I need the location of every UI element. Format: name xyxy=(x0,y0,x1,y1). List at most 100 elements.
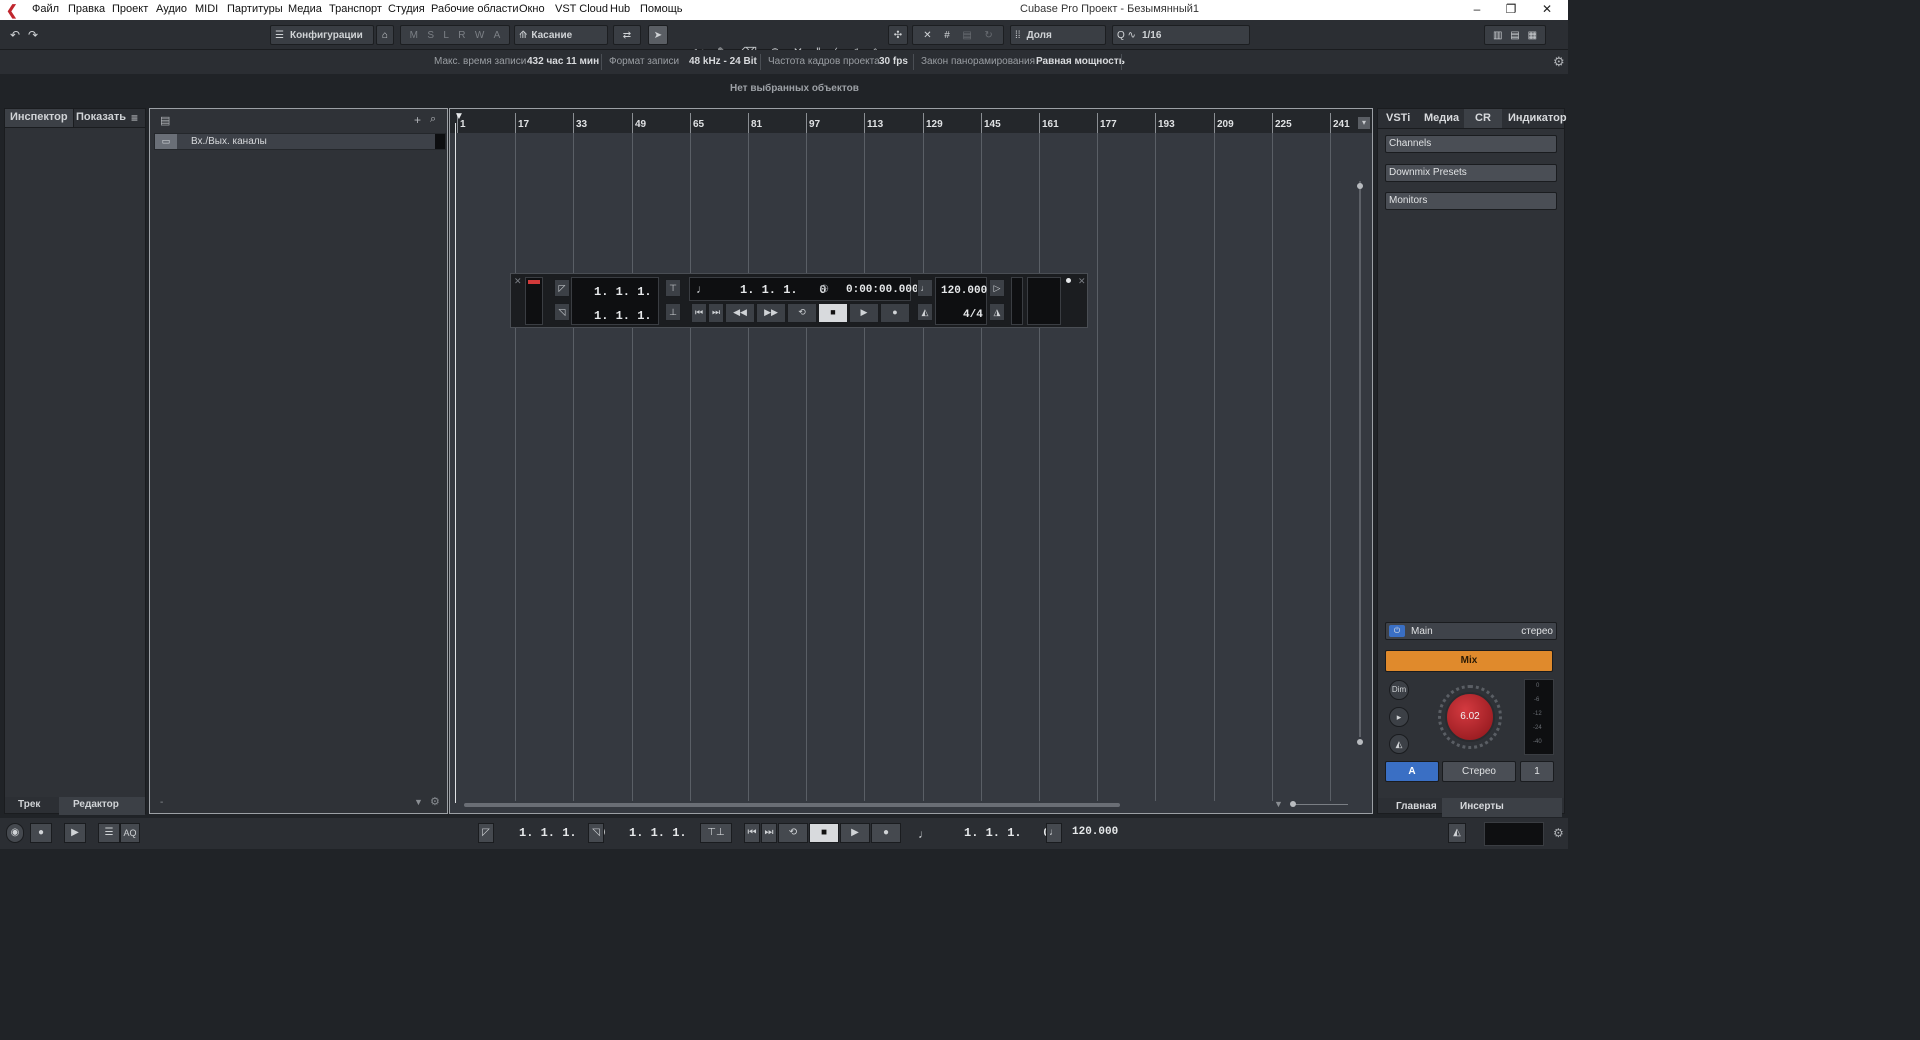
signature-value[interactable]: 4/4 xyxy=(963,309,983,321)
monitor-a-button[interactable]: A xyxy=(1385,761,1439,782)
folder-track[interactable]: ▭ Вх./Вых. каналы xyxy=(154,133,446,150)
stop-button[interactable]: ■ xyxy=(818,303,848,323)
settings-gear-icon[interactable]: ⚙ xyxy=(1553,54,1565,70)
close-button[interactable]: ✕ xyxy=(1532,2,1562,18)
auto-quantize-button[interactable]: AQ xyxy=(120,823,140,843)
max-rec-time-value[interactable]: 432 час 11 мин xyxy=(527,56,599,67)
tempo-track-button[interactable]: ♩ xyxy=(917,279,933,297)
listen-button[interactable]: L xyxy=(443,30,449,41)
left-zone-icon[interactable]: ▥ xyxy=(1493,30,1502,41)
record-button[interactable]: ● xyxy=(880,303,910,323)
go-to-start-button[interactable]: ⏮ xyxy=(691,303,707,323)
bottom-go-to-end-icon[interactable]: ⏭ xyxy=(761,823,777,843)
track-list-menu-icon[interactable]: ▤ xyxy=(160,114,170,127)
bottom-stop-icon[interactable]: ■ xyxy=(809,823,839,843)
main-output[interactable]: ⏻ Main стерео xyxy=(1385,622,1557,640)
left-locator-button[interactable]: ◸ xyxy=(554,279,570,297)
pan-law-value[interactable]: Равная мощность xyxy=(1036,56,1125,67)
bottom-zone-icon[interactable]: ▤ xyxy=(1510,30,1519,41)
quantize-dropdown[interactable]: Q ∿ 1/16 xyxy=(1112,25,1250,45)
ruler-options-icon[interactable]: ▾ xyxy=(1358,117,1370,129)
transport-close-icon-right[interactable]: ✕ xyxy=(1078,276,1086,287)
automation-mode-dropdown[interactable]: ⟰ Касание xyxy=(514,25,608,45)
vertical-zoom-handle[interactable] xyxy=(1357,183,1363,189)
bottom-settings-gear-icon[interactable]: ⚙ xyxy=(1553,826,1564,840)
add-track-icon[interactable]: + xyxy=(414,113,421,127)
clip-indicator[interactable] xyxy=(528,280,540,284)
menu-workspaces[interactable]: Рабочие области xyxy=(431,3,518,15)
list-mode-icon[interactable]: ☰ xyxy=(98,823,120,843)
cycle-snap-icon[interactable]: ↻ xyxy=(984,30,992,41)
metronome-click-icon[interactable]: ◭ xyxy=(1389,734,1409,754)
punch-in-button[interactable]: ⊤ xyxy=(665,279,681,297)
punch-icon[interactable]: ⊤⊥ xyxy=(700,823,732,843)
cycle-button[interactable]: ⟲ xyxy=(787,303,817,323)
bottom-go-to-start-icon[interactable]: ⏮ xyxy=(744,823,760,843)
window-layout-buttons[interactable]: ▥ ▤ ▦ xyxy=(1484,25,1546,45)
write-button[interactable]: W xyxy=(475,30,484,41)
menu-project[interactable]: Проект xyxy=(112,3,148,15)
menu-icon[interactable]: ≡ xyxy=(131,111,138,125)
event-display[interactable] xyxy=(450,109,1372,813)
mute-button[interactable]: M xyxy=(410,30,418,41)
go-to-end-button[interactable]: ⏭ xyxy=(708,303,724,323)
monitor-stereo-button[interactable]: Стерео xyxy=(1442,761,1516,782)
menu-audio[interactable]: Аудио xyxy=(156,3,187,15)
reference-level-icon[interactable]: ▸ xyxy=(1389,707,1409,727)
constrain-delay-button[interactable]: ⌂ xyxy=(376,25,394,45)
menu-hub[interactable]: Hub xyxy=(610,3,630,15)
precount-button[interactable]: ◮ xyxy=(989,303,1005,321)
menu-edit[interactable]: Правка xyxy=(68,3,105,15)
tab-control-room[interactable]: CR xyxy=(1464,109,1502,128)
primary-time-value[interactable]: 1. 1. 1. 0 xyxy=(740,283,826,297)
rewind-button[interactable]: ◀◀ xyxy=(725,303,755,323)
bottom-tempo-track-icon[interactable]: ♩ xyxy=(1046,823,1062,843)
menu-file[interactable]: Файл xyxy=(32,3,59,15)
metronome-button[interactable]: ◭ xyxy=(917,303,933,321)
object-select-tool[interactable]: ➤ xyxy=(648,25,668,45)
menu-media[interactable]: Медиа xyxy=(288,3,322,15)
snap-toggle-icon[interactable]: ✕ xyxy=(923,30,931,41)
record-mode-icon[interactable]: ◉ xyxy=(6,823,24,843)
read-button[interactable]: R xyxy=(458,30,465,41)
monitors-section[interactable]: Monitors xyxy=(1385,192,1557,210)
config-dropdown[interactable]: ☰ Конфигурации xyxy=(270,25,374,45)
search-icon[interactable]: ⌕ xyxy=(430,113,436,126)
project-cursor-icon[interactable]: ▼ xyxy=(454,111,464,122)
track-settings-icon[interactable]: ⚙ xyxy=(430,795,440,808)
tab-meter[interactable]: Индикатор xyxy=(1502,109,1573,128)
volume-knob[interactable]: 6.02 xyxy=(1445,692,1495,742)
transport-close-icon[interactable]: ✕ xyxy=(514,276,522,287)
minimize-button[interactable]: – xyxy=(1462,2,1492,18)
tab-main[interactable]: Главная xyxy=(1390,798,1443,817)
monitor-channel-button[interactable]: 1 xyxy=(1520,761,1554,782)
menu-transport[interactable]: Транспорт xyxy=(329,3,382,15)
right-locator-icon[interactable]: ◹ xyxy=(588,823,604,843)
bottom-metronome-icon[interactable]: ◭ xyxy=(1448,823,1466,843)
horizontal-zoom-slider[interactable] xyxy=(1292,804,1348,805)
solo-button[interactable]: S xyxy=(427,30,434,41)
rec-format-value[interactable]: 48 kHz - 24 Bit xyxy=(689,56,757,67)
playback-icon[interactable]: ▶ xyxy=(64,823,86,843)
tab-visibility[interactable]: Показать xyxy=(71,109,131,127)
menu-midi[interactable]: MIDI xyxy=(195,3,218,15)
channels-section[interactable]: Channels xyxy=(1385,135,1557,153)
grid-type-dropdown[interactable]: ⁞⁞ Доля xyxy=(1010,25,1106,45)
a-button[interactable]: A xyxy=(494,30,501,41)
zoom-out-icon[interactable]: - xyxy=(160,797,163,808)
left-locator-icon[interactable]: ◸ xyxy=(478,823,494,843)
menu-help[interactable]: Помощь xyxy=(640,3,683,15)
punch-out-button[interactable]: ⊥ xyxy=(665,303,681,321)
tab-editor[interactable]: Редактор xyxy=(59,797,145,815)
snap-mode-icon[interactable]: ▤ xyxy=(962,30,971,41)
tab-track[interactable]: Трек xyxy=(13,797,45,815)
undo-icon[interactable]: ↶ xyxy=(6,25,24,45)
tab-vsti[interactable]: VSTi xyxy=(1380,109,1416,128)
redo-icon[interactable]: ↷ xyxy=(24,25,42,45)
tab-inspector[interactable]: Инспектор xyxy=(5,109,74,127)
bottom-record-icon[interactable]: ● xyxy=(871,823,901,843)
grid-icon[interactable]: # xyxy=(944,30,950,41)
secondary-time-value[interactable]: 0:00:00.000 xyxy=(846,284,919,296)
bottom-cycle-icon[interactable]: ⟲ xyxy=(778,823,808,843)
menu-window[interactable]: Окно xyxy=(519,3,545,15)
